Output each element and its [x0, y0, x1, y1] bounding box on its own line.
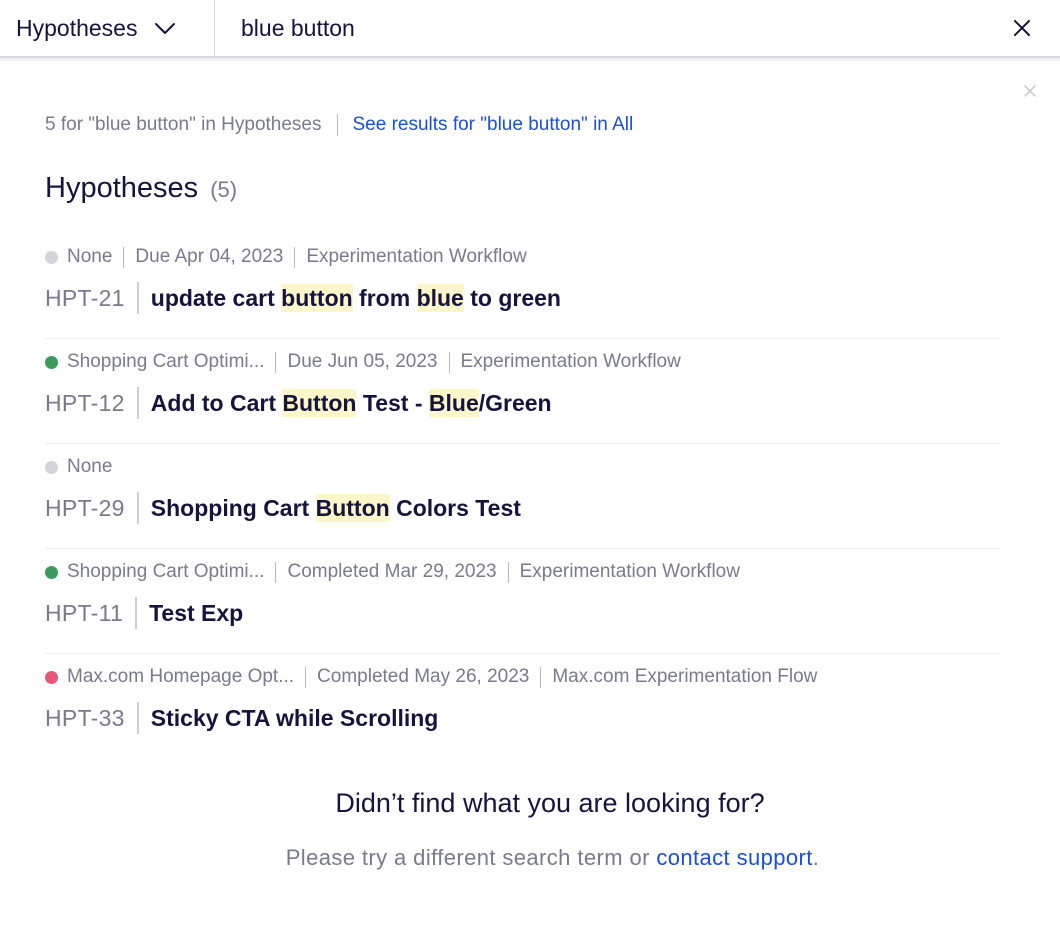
- close-icon[interactable]: [1010, 16, 1034, 40]
- divider: [540, 666, 542, 688]
- result-due-date: Due Apr 04, 2023: [135, 246, 284, 267]
- divider: [136, 702, 139, 734]
- result-id: HPT-29: [45, 494, 125, 521]
- result-workflow: Max.com Experimentation Flow: [552, 666, 818, 687]
- divider: [448, 351, 450, 373]
- title-text: Colors Test: [389, 494, 521, 521]
- title-text: Test -: [356, 389, 429, 416]
- divider: [305, 666, 307, 688]
- divider: [136, 282, 139, 314]
- result-title[interactable]: Shopping Cart Button Colors Test: [150, 493, 521, 522]
- divider: [294, 246, 296, 268]
- search-highlight: Button: [315, 493, 390, 522]
- result-id: HPT-33: [45, 704, 125, 731]
- result-main-line: HPT-21 update cart button from blue to gr…: [45, 281, 561, 315]
- result-id: HPT-11: [45, 599, 124, 626]
- result-main-line: HPT-29 Shopping Cart Button Colors Test: [45, 491, 521, 525]
- result-meta: None Due Apr 04, 2023 Experimentation Work…: [45, 245, 527, 269]
- result-main-line: HPT-12 Add to Cart Button Test - Blue/Gre…: [45, 386, 552, 420]
- result-meta: Shopping Cart Optimi... Completed Mar 29,…: [45, 560, 740, 584]
- scope-label: Hypotheses: [16, 14, 138, 41]
- result-title[interactable]: Sticky CTA while Scrolling: [151, 705, 439, 732]
- status-dot-icon: [45, 565, 58, 579]
- results-list: None Due Apr 04, 2023 Experimentation Work…: [45, 234, 1001, 759]
- result-due-date: Completed May 26, 2023: [317, 666, 530, 687]
- result-item[interactable]: Max.com Homepage Opt... Completed May 26,…: [45, 654, 1001, 759]
- result-due-date: Completed Mar 29, 2023: [287, 561, 497, 582]
- section-title: Hypotheses: [45, 172, 199, 204]
- section-count: (5): [210, 177, 238, 202]
- result-id: HPT-21: [45, 284, 125, 311]
- search-input[interactable]: [239, 7, 983, 49]
- no-results-help: Please try a different search term or co…: [0, 845, 1060, 871]
- status-dot-icon: [45, 250, 58, 264]
- title-text: update cart: [150, 284, 282, 311]
- result-title[interactable]: update cart button from blue to green: [150, 283, 561, 312]
- section-heading: Hypotheses (5): [45, 172, 237, 205]
- result-title[interactable]: Add to Cart Button Test - Blue/Green: [150, 388, 552, 417]
- divider: [275, 561, 277, 583]
- divider: [336, 114, 338, 136]
- result-meta: None: [45, 455, 112, 479]
- result-main-line: HPT-33 Sticky CTA while Scrolling: [45, 701, 438, 735]
- result-project: None: [67, 456, 113, 477]
- status-dot-icon: [45, 460, 58, 474]
- divider: [136, 387, 139, 419]
- search-bar: Hypotheses: [0, 0, 1060, 58]
- result-item[interactable]: None Due Apr 04, 2023 Experimentation Work…: [45, 234, 1001, 339]
- see-all-results-link[interactable]: See results for "blue button" in All: [353, 114, 634, 136]
- result-project: Shopping Cart Optimi...: [67, 561, 265, 582]
- help-suffix: .: [812, 845, 820, 870]
- result-project: Max.com Homepage Opt...: [67, 666, 295, 687]
- close-icon[interactable]: [1023, 84, 1037, 98]
- result-meta: Shopping Cart Optimi... Due Jun 05, 2023 E…: [45, 350, 681, 374]
- result-due-date: Due Jun 05, 2023: [287, 351, 438, 372]
- chevron-down-icon: [155, 23, 176, 34]
- title-text: Sticky CTA while Scrolling: [150, 704, 439, 731]
- divider: [275, 351, 277, 373]
- title-text: Test Exp: [149, 599, 244, 626]
- result-main-line: HPT-11 Test Exp: [45, 596, 243, 630]
- search-highlight: Blue: [428, 388, 479, 417]
- search-highlight: Button: [282, 388, 357, 417]
- result-workflow: Experimentation Workflow: [519, 561, 740, 582]
- result-id: HPT-12: [45, 389, 125, 416]
- scope-dropdown[interactable]: Hypotheses: [0, 0, 215, 56]
- divider: [123, 246, 125, 268]
- result-workflow: Experimentation Workflow: [306, 246, 527, 267]
- result-project: None: [67, 246, 113, 267]
- result-item[interactable]: Shopping Cart Optimi... Completed Mar 29,…: [45, 549, 1001, 654]
- status-dot-icon: [45, 355, 58, 369]
- title-text: /Green: [478, 389, 552, 416]
- no-results-question: Didn’t find what you are looking for?: [335, 788, 765, 818]
- divider: [135, 597, 138, 629]
- results-summary: 5 for "blue button" in Hypotheses See re…: [45, 112, 633, 138]
- result-project: Shopping Cart Optimi...: [67, 351, 265, 372]
- title-text: Shopping Cart: [150, 494, 316, 521]
- result-title[interactable]: Test Exp: [149, 600, 243, 627]
- divider: [507, 561, 509, 583]
- contact-support-link[interactable]: contact support: [656, 845, 812, 870]
- search-highlight: button: [281, 283, 353, 312]
- result-workflow: Experimentation Workflow: [460, 351, 681, 372]
- results-count-text: 5 for "blue button" in Hypotheses: [45, 114, 322, 135]
- result-meta: Max.com Homepage Opt... Completed May 26,…: [45, 665, 817, 689]
- title-text: to green: [463, 284, 561, 311]
- divider: [136, 492, 139, 524]
- result-item[interactable]: Shopping Cart Optimi... Due Jun 05, 2023 E…: [45, 339, 1001, 444]
- search-highlight: blue: [416, 283, 464, 312]
- status-dot-icon: [45, 670, 58, 684]
- result-item[interactable]: None HPT-29 Shopping Cart Button Colors Te…: [45, 444, 1001, 549]
- help-text: Please try a different search term or: [285, 845, 657, 870]
- title-text: from: [352, 284, 417, 311]
- title-text: Add to Cart: [150, 389, 283, 416]
